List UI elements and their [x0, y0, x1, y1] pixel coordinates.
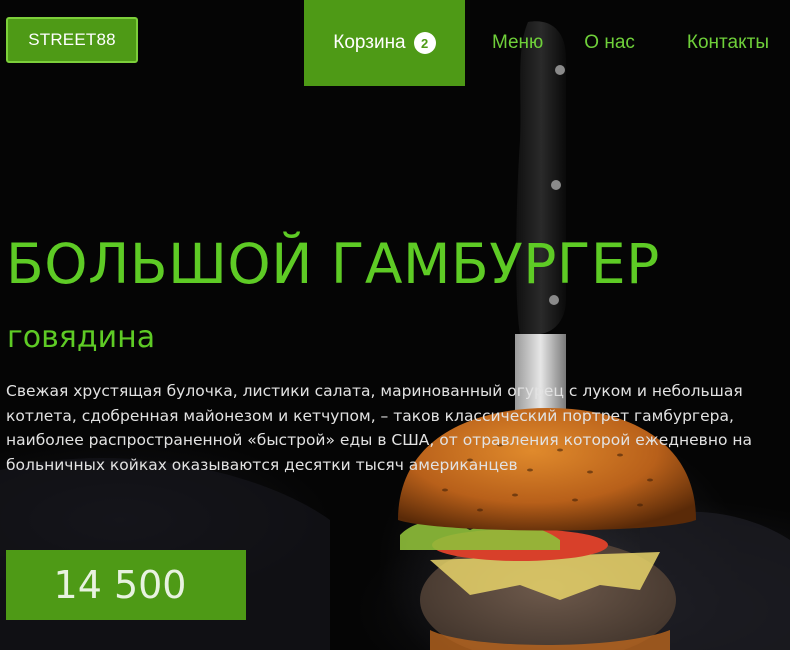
nav-link-contacts[interactable]: Контакты [687, 0, 769, 86]
cart-button[interactable]: Корзина 2 [303, 0, 465, 86]
cart-label: Корзина [333, 32, 406, 53]
price-badge[interactable]: 14 500 [6, 550, 246, 620]
logo-button[interactable]: STREET88 [6, 17, 138, 63]
cart-count-badge: 2 [413, 32, 436, 54]
product-title: БОЛЬШОЙ ГАМБУРГЕР [6, 232, 660, 296]
main-nav: Корзина 2 Меню О нас Контакты [303, 0, 790, 86]
nav-link-about[interactable]: О нас [584, 0, 635, 86]
product-subtitle: говядина [7, 320, 156, 355]
nav-link-menu[interactable]: Меню [492, 0, 543, 86]
product-description: Свежая хрустящая булочка, листики салата… [6, 382, 752, 474]
